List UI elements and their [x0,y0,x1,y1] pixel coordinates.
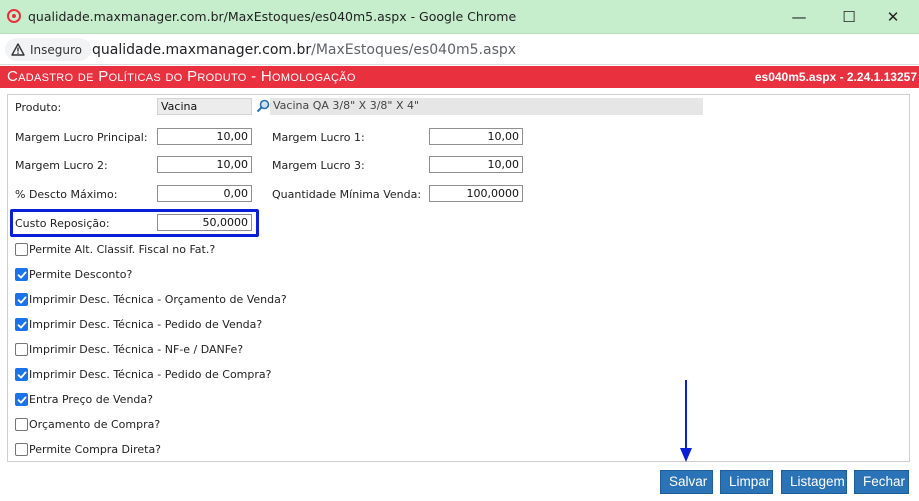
margem-principal-label: Margem Lucro Principal: [15,131,148,144]
checkbox-checked[interactable] [15,318,28,331]
annotation-arrowhead [680,448,692,462]
salvar-button[interactable]: Salvar [660,470,713,494]
qtd-minima-input[interactable]: 100,0000 [429,185,523,202]
close-button[interactable]: ✕ [882,6,904,28]
desconto-input[interactable]: 0,00 [157,185,252,202]
option-label: Entra Preço de Venda? [29,393,153,406]
option-checkbox-row[interactable]: Imprimir Desc. Técnica - NF-e / DANFe? [15,343,243,356]
security-label: Inseguro [30,42,83,57]
option-checkbox-row[interactable]: Imprimir Desc. Técnica - Pedido de Venda… [15,318,262,331]
margem2-input[interactable]: 10,00 [157,156,252,173]
search-icon[interactable] [256,99,270,113]
checkmark-icon [17,271,26,278]
listagem-button[interactable]: Listagem [781,470,847,494]
option-checkbox-row[interactable]: Permite Alt. Classif. Fiscal no Fat.? [15,243,215,256]
option-checkbox-row[interactable]: Imprimir Desc. Técnica - Pedido de Compr… [15,368,271,381]
checkmark-icon [17,321,26,328]
margem-principal-input[interactable]: 10,00 [157,128,252,145]
checkbox-checked[interactable] [15,293,28,306]
checkmark-icon [17,296,26,303]
margem3-input[interactable]: 10,00 [429,156,523,173]
form-panel [7,94,910,462]
checkmark-icon [17,371,26,378]
option-label: Imprimir Desc. Técnica - NF-e / DANFe? [29,343,244,356]
margem2-label: Margem Lucro 2: [15,159,108,172]
maximize-button[interactable]: ☐ [838,6,860,28]
produto-label: Produto: [15,101,62,114]
page-banner: Cadastro de Políticas do Produto - Homol… [0,66,919,88]
page-title: Cadastro de Políticas do Produto - Homol… [7,68,356,85]
option-label: Permite Desconto? [29,268,133,281]
window-titlebar: qualidade.maxmanager.com.br/MaxEstoques/… [0,0,919,34]
option-label: Imprimir Desc. Técnica - Pedido de Compr… [29,368,272,381]
option-label: Permite Compra Direta? [29,443,162,456]
page-version: es040m5.aspx - 2.24.1.13257 [754,70,917,84]
desconto-label: % Descto Máximo: [15,188,118,201]
window-title: qualidade.maxmanager.com.br/MaxEstoques/… [28,9,517,24]
option-label: Permite Alt. Classif. Fiscal no Fat.? [29,243,216,256]
checkbox-unchecked[interactable] [15,418,28,431]
qtd-minima-label: Quantidade Mínima Venda: [272,188,422,201]
option-checkbox-row[interactable]: Orçamento de Compra? [15,418,160,431]
produto-description: Vacina QA 3/8" X 3/8" X 4" [270,98,703,115]
margem3-label: Margem Lucro 3: [272,159,365,172]
option-label: Imprimir Desc. Técnica - Orçamento de Ve… [29,293,287,306]
checkbox-checked[interactable] [15,368,28,381]
url-path: /MaxEstoques/es040m5.aspx [311,42,517,58]
produto-field[interactable]: Vacina [157,98,252,115]
url-field[interactable]: qualidade.maxmanager.com.br/MaxEstoques/… [92,42,516,58]
option-label: Imprimir Desc. Técnica - Pedido de Venda… [29,318,263,331]
margem1-input[interactable]: 10,00 [429,128,523,145]
option-checkbox-row[interactable]: Permite Compra Direta? [15,443,161,456]
minimize-button[interactable]: — [788,6,810,28]
checkbox-checked[interactable] [15,268,28,281]
url-host: qualidade.maxmanager.com.br [92,42,312,58]
option-checkbox-row[interactable]: Entra Preço de Venda? [15,393,153,406]
checkbox-unchecked[interactable] [15,443,28,456]
option-label: Orçamento de Compra? [29,418,161,431]
security-indicator[interactable]: Inseguro [5,38,92,61]
custo-label: Custo Reposição: [15,217,110,230]
address-bar: Inseguro qualidade.maxmanager.com.br/Max… [0,34,919,65]
warning-icon [11,43,25,56]
option-checkbox-row[interactable]: Permite Desconto? [15,268,132,281]
custo-input[interactable]: 50,0000 [157,214,252,231]
fechar-button[interactable]: Fechar [854,470,909,494]
checkbox-checked[interactable] [15,393,28,406]
checkbox-unchecked[interactable] [15,343,28,356]
checkmark-icon [17,396,26,403]
checkbox-unchecked[interactable] [15,243,28,256]
margem1-label: Margem Lucro 1: [272,131,365,144]
app-favicon-icon [7,9,21,23]
limpar-button[interactable]: Limpar [720,470,773,494]
option-checkbox-row[interactable]: Imprimir Desc. Técnica - Orçamento de Ve… [15,293,287,306]
